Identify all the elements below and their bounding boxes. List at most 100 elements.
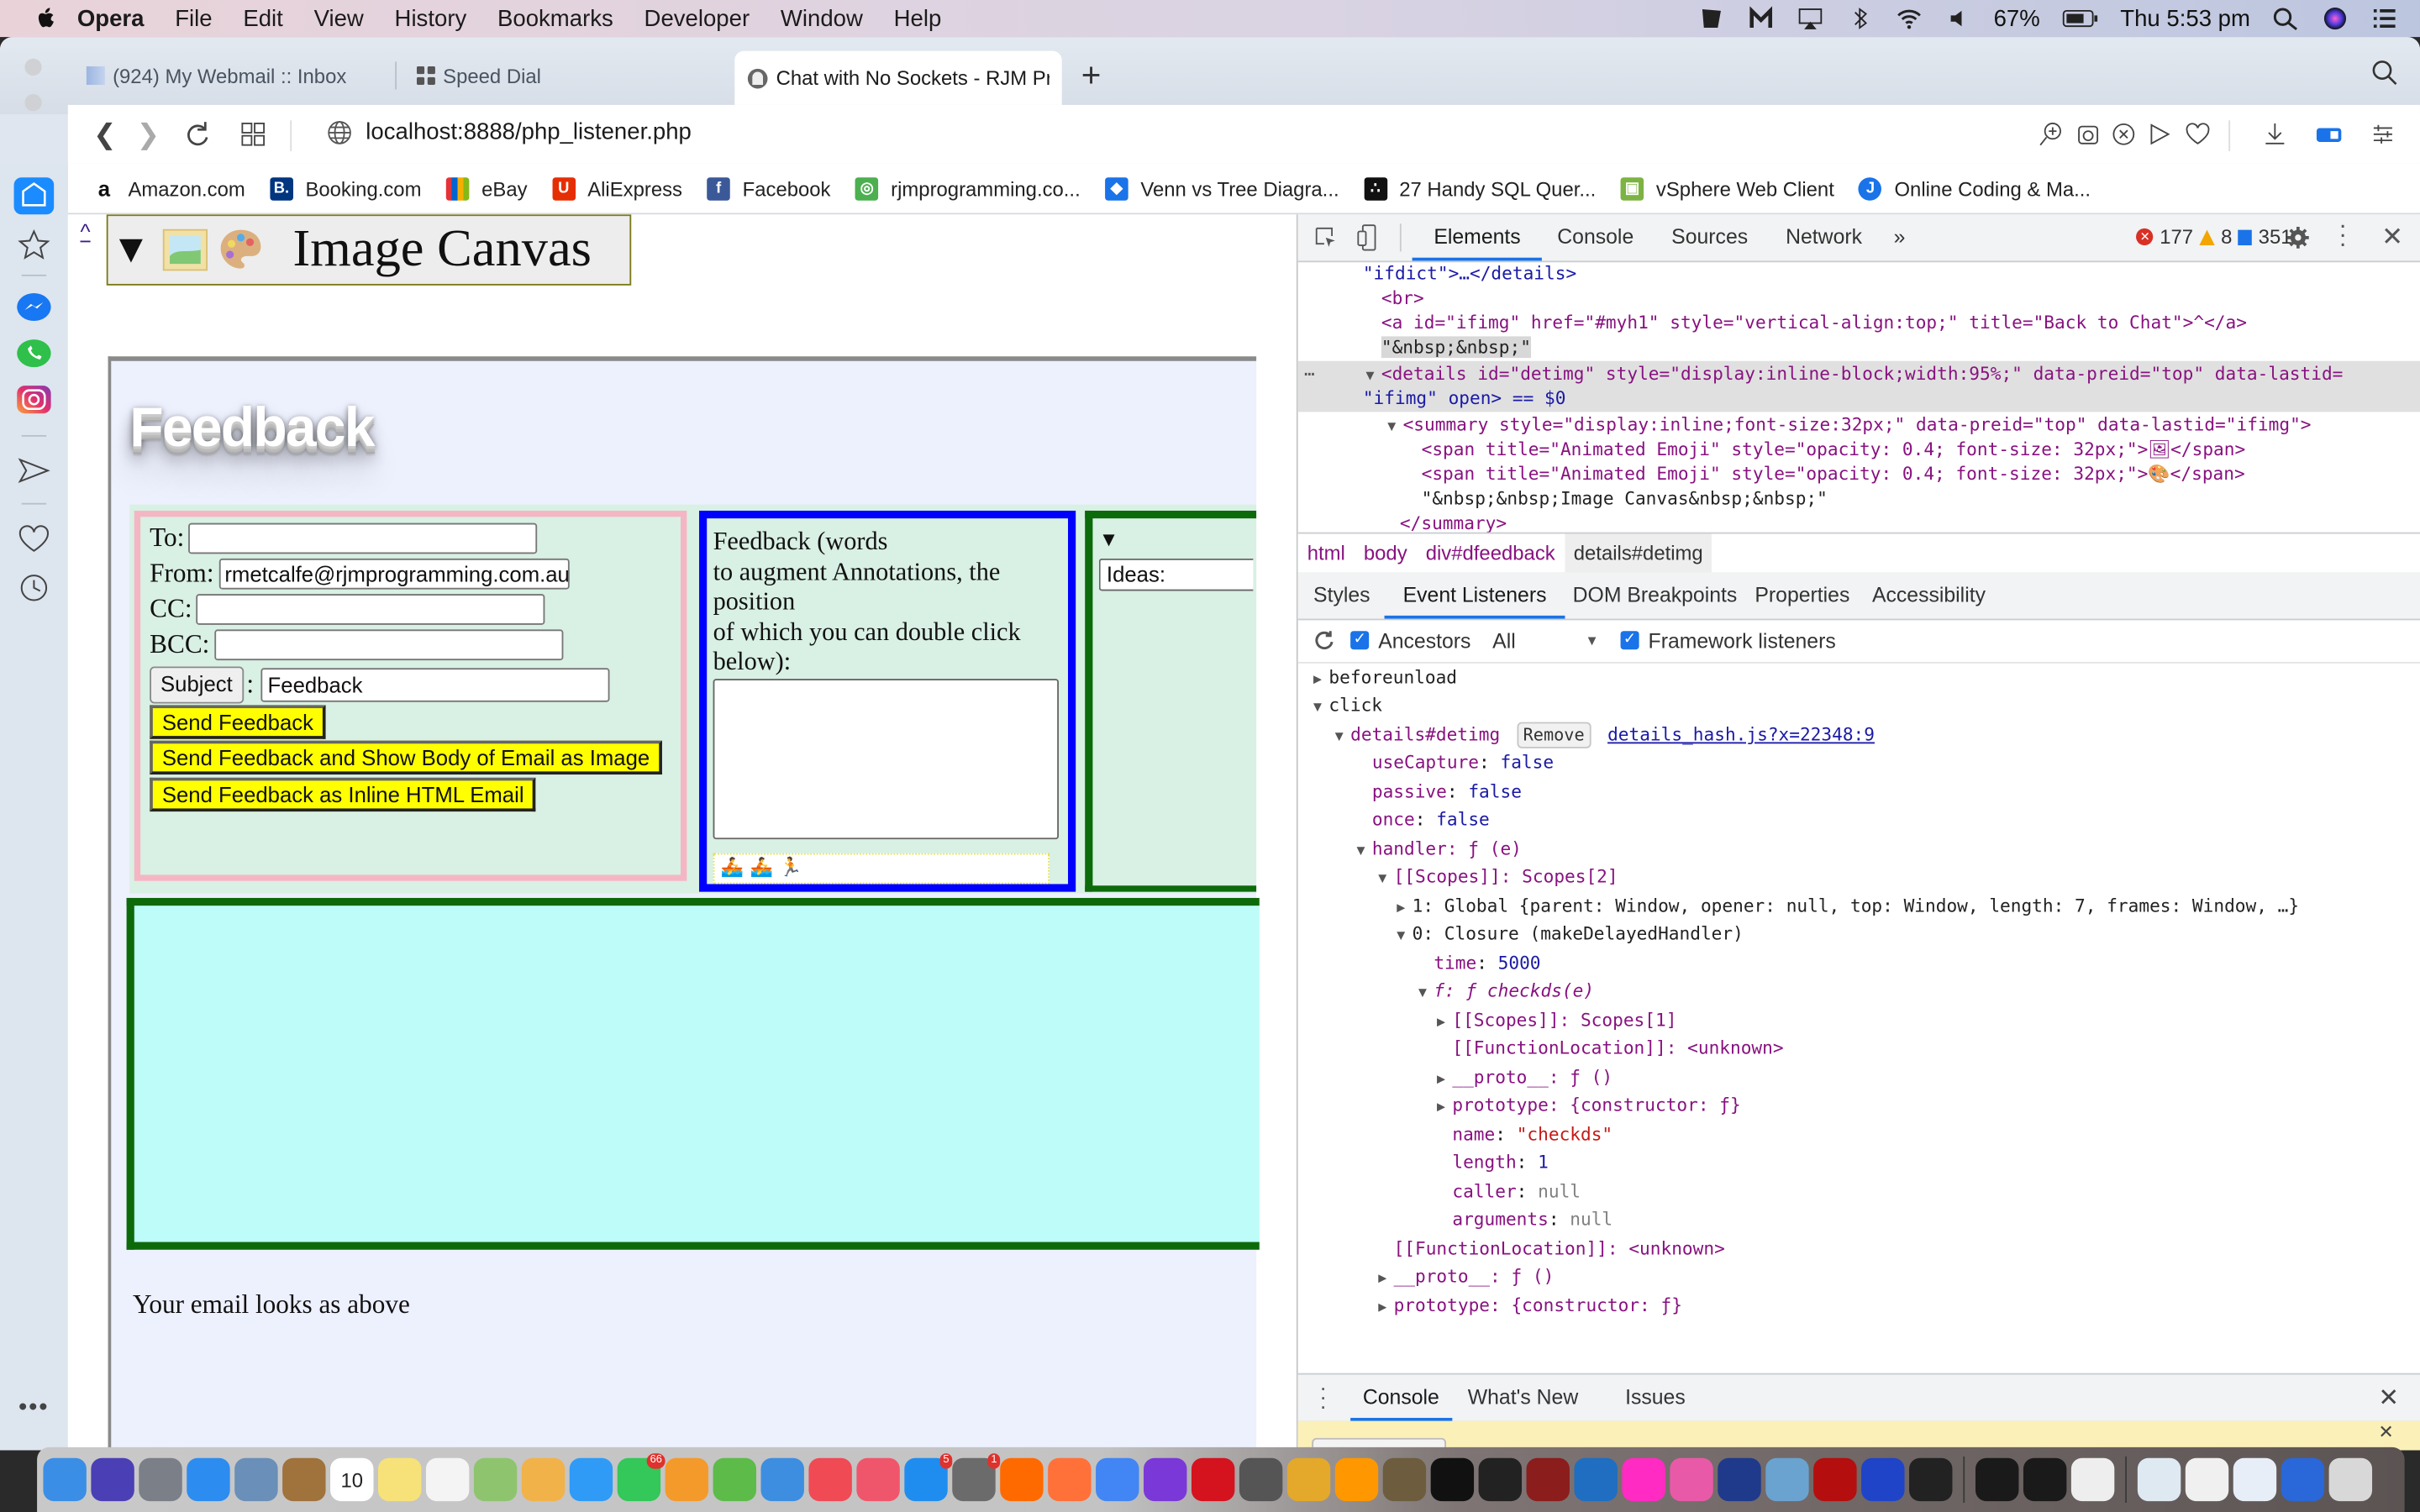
prop-outer-prototype[interactable]: ▶ prototype: {constructor: ƒ} [1378, 1291, 1682, 1319]
drawer-tab-console[interactable]: Console [1350, 1375, 1452, 1421]
subtab-dom-breakpoints[interactable]: DOM Breakpoints [1573, 572, 1738, 618]
dock-mail-icon[interactable] [234, 1457, 278, 1502]
dom-node[interactable]: "&nbsp;&nbsp;Image Canvas&nbsp;&nbsp;" [1422, 486, 2420, 511]
dock-sketch-icon[interactable] [1670, 1457, 1713, 1502]
scope-closure[interactable]: ▼ 0: Closure (makeDelayedHandler) [1397, 920, 1744, 948]
url-field[interactable]: localhost:8888/php_listener.php [366, 118, 692, 144]
devtools-tab-network[interactable]: Network [1786, 214, 1862, 260]
dock-keynote-icon[interactable] [760, 1457, 804, 1502]
sidebar-more-icon[interactable]: ••• [18, 1394, 49, 1422]
home-icon[interactable] [13, 176, 55, 216]
rowboat-emoji-icon[interactable]: 🚣 [750, 853, 773, 884]
dom-node[interactable]: "ifdict">…</details> [1363, 260, 2420, 285]
bookmark-aliexpress[interactable]: U AliExpress [551, 176, 682, 200]
prop-inner-scopes[interactable]: ▶ [[Scopes]]: Scopes[1] [1437, 1006, 1676, 1034]
prop-prototype[interactable]: ▶ prototype: {constructor: ƒ} [1437, 1091, 1741, 1119]
menu-opera[interactable]: Opera [77, 5, 145, 31]
devtools-tab-elements[interactable]: Elements [1412, 214, 1543, 261]
device-toolbar-icon[interactable] [1356, 223, 1381, 251]
dom-node-selected[interactable]: ⋯ ▼ <details id="detimg" style="display:i… [1297, 360, 2420, 412]
dock-launchpad-icon[interactable] [139, 1457, 182, 1502]
malwarebytes-icon[interactable] [1747, 6, 1775, 30]
dock-system-preferences-icon[interactable]: 1 [952, 1453, 1001, 1502]
dock-adobe-xd-icon[interactable] [1622, 1457, 1665, 1502]
dock-sublime-icon[interactable] [1334, 1457, 1379, 1502]
listener-beforeunload[interactable]: ▶ beforeunload [1313, 664, 1457, 691]
scope-dropdown-icon[interactable]: ▼ [1585, 633, 1598, 648]
prop-f[interactable]: ▼ f: ƒ checkds(e) [1418, 977, 1594, 1005]
dom-node[interactable]: <br> [1381, 286, 2420, 310]
menu-developer[interactable]: Developer [644, 5, 750, 31]
scope-select[interactable]: All [1492, 628, 1585, 652]
zoom-in-icon[interactable] [2037, 120, 2065, 148]
dock-pages-icon[interactable] [665, 1457, 709, 1502]
ancestors-checkbox[interactable]: ✓ [1350, 631, 1370, 650]
dock-preview-icon[interactable] [1765, 1457, 1809, 1502]
history-clock-icon[interactable] [14, 568, 55, 608]
settings-gear-icon[interactable] [2286, 225, 2310, 249]
annotation-textarea[interactable] [713, 679, 1059, 840]
dock-notes-icon[interactable] [377, 1457, 422, 1502]
dock-inkscape-icon[interactable] [1478, 1457, 1523, 1502]
siri-icon[interactable] [2321, 6, 2349, 30]
from-field[interactable]: rmetcalfe@rjmprogramming.com.au [218, 558, 569, 590]
devtools-more-tabs-button[interactable]: » [1894, 214, 1906, 260]
ideas-disclosure-triangle-icon[interactable]: ▼ [1099, 528, 1119, 551]
bookmark-online-coding[interactable]: J Online Coding & Ma... [1859, 176, 2091, 200]
volume-icon[interactable] [1944, 6, 1972, 30]
dock-doc-icon[interactable] [2185, 1457, 2229, 1502]
window-minimize-button[interactable] [24, 94, 42, 112]
dock-music-icon[interactable] [856, 1457, 900, 1502]
send-feedback-button[interactable]: Send Feedback [150, 705, 326, 739]
drawer-menu-icon[interactable]: · · · [1319, 1376, 1327, 1416]
dom-node-ellipsis-icon[interactable]: ⋯ [1304, 361, 1315, 386]
annotation-emoji-strip[interactable]: 🚣 🚣 🏃 [713, 853, 1050, 885]
dock-doc-icon[interactable] [2137, 1457, 2181, 1502]
dock-opera-icon[interactable] [1191, 1457, 1235, 1502]
adblock-icon[interactable] [2110, 120, 2138, 148]
bookmark-facebook[interactable]: f Facebook [707, 176, 831, 200]
dom-node[interactable]: "&nbsp;&nbsp;" [1381, 335, 2420, 360]
breadcrumb-detimg[interactable]: details#detimg [1564, 533, 1712, 573]
wifi-icon[interactable] [1895, 6, 1923, 30]
tab-search-icon[interactable] [2370, 59, 2398, 87]
scope-global[interactable]: ▶ 1: Global {parent: Window, opener: null… [1397, 892, 2299, 920]
listener-click[interactable]: ▼ click [1313, 691, 1382, 719]
heart-icon[interactable] [14, 518, 55, 559]
close-devtools-icon[interactable]: ✕ [2381, 222, 2403, 253]
devtools-menu-icon[interactable]: · · · [2338, 213, 2348, 256]
dock-filezilla-icon[interactable] [1813, 1457, 1857, 1502]
subtab-accessibility[interactable]: Accessibility [1872, 572, 1986, 618]
devtools-tab-sources[interactable]: Sources [1671, 214, 1748, 260]
menu-help[interactable]: Help [894, 5, 942, 31]
remove-listener-button[interactable]: Remove [1517, 722, 1591, 748]
star-icon[interactable] [14, 225, 55, 265]
close-infobar-icon[interactable]: ✕ [2378, 1421, 2393, 1443]
dom-node[interactable]: ▼ <summary style="display:inline;font-siz… [1387, 412, 2420, 436]
listener-source-link[interactable]: details_hash.js?x=22348:9 [1607, 723, 1875, 745]
back-to-chat-link[interactable]: ^ [81, 219, 91, 244]
bookmark-booking[interactable]: B. Booking.com [270, 176, 421, 200]
prop-scopes[interactable]: ▼ [[Scopes]]: Scopes[2] [1378, 863, 1618, 890]
to-field[interactable] [188, 522, 538, 554]
devtools-tab-console[interactable]: Console [1557, 214, 1634, 260]
cc-field[interactable] [197, 594, 546, 625]
dock-safari-icon[interactable] [187, 1457, 230, 1502]
send-feedback-inline-html-button[interactable]: Send Feedback as Inline HTML Email [150, 777, 537, 812]
bookmark-heart-icon[interactable] [2184, 120, 2212, 148]
tab-webmail[interactable]: (924) My Webmail :: Inbox [86, 55, 346, 96]
prop-proto[interactable]: ▶ __proto__: ƒ () [1437, 1063, 1612, 1091]
battery-icon[interactable] [2061, 6, 2098, 30]
bookmark-venn-tree[interactable]: ◆ Venn vs Tree Diagra... [1105, 176, 1339, 200]
dock-reminders-icon[interactable] [425, 1457, 470, 1502]
tab-speed-dial[interactable]: Speed Dial [416, 55, 541, 96]
easy-setup-icon[interactable] [2369, 120, 2396, 148]
spotlight-icon[interactable] [2272, 6, 2300, 31]
dock-terminal-icon[interactable] [1430, 1457, 1475, 1502]
prop-outer-proto[interactable]: ▶ __proto__: ƒ () [1378, 1262, 1554, 1289]
expand-arrow-icon[interactable]: ▼ [1387, 415, 1402, 440]
new-tab-button[interactable]: + [1076, 55, 1107, 96]
dock-news-icon[interactable] [808, 1457, 852, 1502]
subtab-event-listeners[interactable]: Event Listeners [1384, 572, 1565, 619]
close-drawer-icon[interactable]: ✕ [2378, 1383, 2399, 1414]
